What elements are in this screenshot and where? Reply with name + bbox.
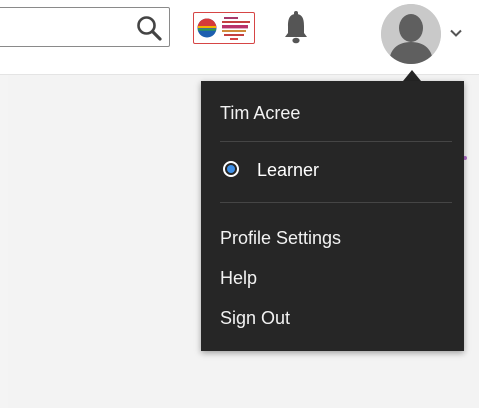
user-dropdown-menu: Tim Acree Learner Profile Settings Help … xyxy=(201,81,464,351)
search-input[interactable] xyxy=(5,12,129,44)
chevron-down-icon xyxy=(450,29,462,37)
brand-logo[interactable] xyxy=(193,12,255,44)
top-bar xyxy=(0,0,479,75)
help-link[interactable]: Help xyxy=(220,267,257,289)
user-name: Tim Acree xyxy=(220,103,301,123)
menu-caret xyxy=(403,70,421,81)
menu-divider xyxy=(220,141,452,142)
radio-selected-dot xyxy=(227,165,235,173)
brand-logo-image xyxy=(197,17,250,40)
role-label: Learner xyxy=(257,160,320,180)
bell-icon xyxy=(285,11,307,44)
user-menu-toggle[interactable] xyxy=(448,26,464,40)
search-box[interactable] xyxy=(0,7,170,47)
user-avatar[interactable] xyxy=(381,4,441,64)
search-button[interactable] xyxy=(135,14,163,42)
avatar-icon xyxy=(381,4,441,64)
search-icon xyxy=(137,16,162,41)
role-option-learner[interactable]: Learner xyxy=(220,159,440,185)
notifications-button[interactable] xyxy=(283,8,309,46)
menu-divider xyxy=(220,202,452,203)
sign-out-link[interactable]: Sign Out xyxy=(220,307,290,329)
profile-settings-link[interactable]: Profile Settings xyxy=(220,227,341,249)
role-radio[interactable] xyxy=(223,161,239,177)
